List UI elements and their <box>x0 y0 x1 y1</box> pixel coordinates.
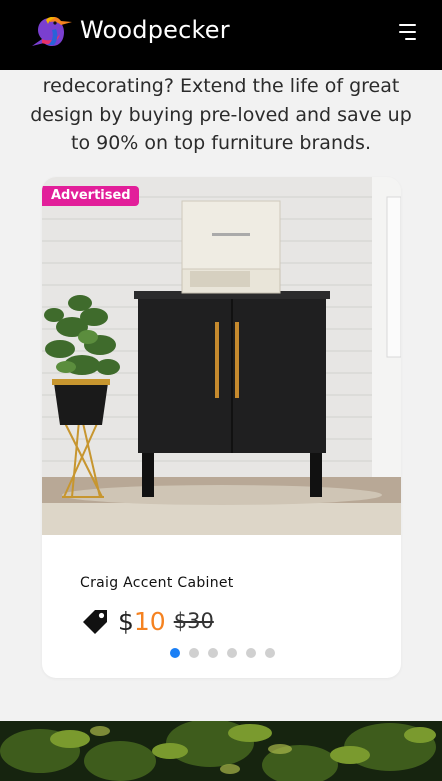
carousel-dot-2[interactable] <box>189 648 199 658</box>
woodpecker-bird-icon[interactable] <box>28 12 74 52</box>
product-image[interactable]: Advertised <box>42 177 401 535</box>
price-row: $ 10 $30 <box>80 605 214 637</box>
carousel-dot-5[interactable] <box>246 648 256 658</box>
top-navigation-bar: Woodpecker <box>0 0 442 70</box>
carousel-dot-4[interactable] <box>227 648 237 658</box>
original-price: $30 <box>173 609 214 633</box>
carousel-dot-6[interactable] <box>265 648 275 658</box>
current-price: 10 <box>133 606 166 636</box>
price-tag-icon <box>83 610 107 634</box>
menu-line-icon <box>405 38 416 40</box>
section-background-image <box>0 721 442 781</box>
product-photo <box>42 177 401 535</box>
carousel-dot-3[interactable] <box>208 648 218 658</box>
product-card[interactable]: Advertised Craig Accent Cabinet $ 10 $30 <box>42 177 401 678</box>
carousel-dot-1[interactable] <box>170 648 180 658</box>
intro-text: redecorating? Extend the life of great d… <box>30 75 412 154</box>
foliage-photo <box>0 721 442 781</box>
price-currency: $ <box>118 606 134 636</box>
product-name[interactable]: Craig Accent Cabinet <box>80 575 234 591</box>
carousel-pagination <box>170 648 275 658</box>
hamburger-menu-button[interactable] <box>390 22 416 44</box>
menu-line-icon <box>399 31 416 33</box>
brand-name[interactable]: Woodpecker <box>80 16 230 44</box>
menu-line-icon <box>399 24 416 26</box>
advertised-badge: Advertised <box>42 186 139 206</box>
